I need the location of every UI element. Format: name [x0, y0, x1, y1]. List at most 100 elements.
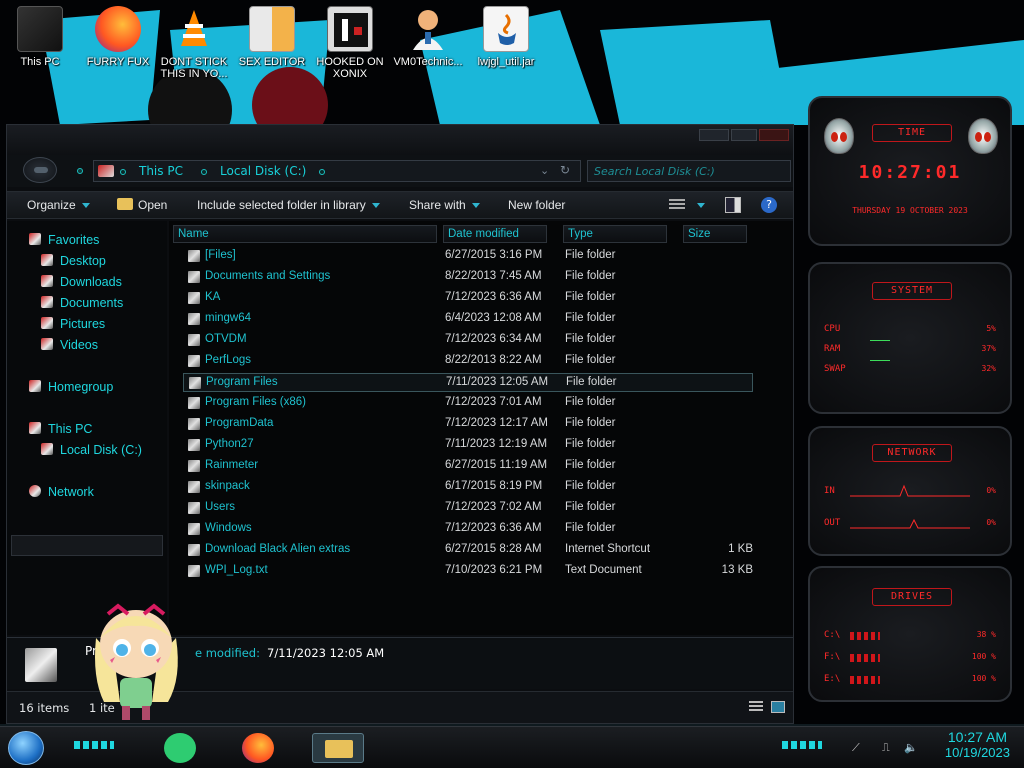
file-type: File folder: [565, 354, 616, 366]
organize-button[interactable]: Organize: [27, 198, 90, 212]
downloads-icon: [41, 275, 53, 287]
taskbar-notes-app-icon[interactable]: [164, 733, 196, 763]
file-name: ProgramData: [205, 417, 274, 429]
file-row[interactable]: Program Files 7/11/2023 12:05 AM File fold…: [183, 373, 753, 392]
file-row[interactable]: Windows 7/12/2023 6:36 AM File folder: [183, 520, 753, 539]
volume-icon[interactable]: 🔈: [904, 741, 918, 754]
file-size: 13 KB: [721, 564, 753, 576]
address-bar[interactable]: This PC Local Disk (C:) ⌄ ↻: [93, 160, 581, 182]
breadcrumb-separator-icon[interactable]: [120, 169, 126, 175]
file-date-modified: 7/12/2023 12:17 AM: [445, 417, 548, 429]
breadcrumb-separator-icon[interactable]: [201, 169, 207, 175]
file-name: WPI_Log.txt: [205, 564, 268, 576]
include-in-library-button[interactable]: Include selected folder in library: [197, 198, 380, 212]
preview-pane-icon[interactable]: [725, 197, 741, 213]
file-date-modified: 7/12/2023 7:01 AM: [445, 396, 542, 408]
column-header-size[interactable]: Size: [683, 225, 747, 243]
network-tray-icon[interactable]: ⎍: [882, 741, 894, 754]
open-button[interactable]: Open: [117, 198, 167, 212]
file-row[interactable]: KA 7/12/2023 6:36 AM File folder: [183, 289, 753, 308]
start-button[interactable]: [8, 731, 44, 765]
file-type: File folder: [565, 396, 616, 408]
folder-icon: [188, 292, 200, 304]
view-options-icon[interactable]: [669, 199, 685, 211]
details-view-icon[interactable]: [749, 701, 763, 713]
nav-downloads[interactable]: Downloads: [41, 275, 122, 289]
nav-desktop[interactable]: Desktop: [41, 254, 106, 268]
pictures-icon: [41, 317, 53, 329]
taskbar-firefox-icon[interactable]: [242, 733, 274, 763]
file-row[interactable]: [Files] 6/27/2015 3:16 PM File folder: [183, 247, 753, 266]
address-dropdown-icon[interactable]: ⌄: [540, 164, 549, 177]
column-header-name[interactable]: Name: [173, 225, 437, 243]
nav-documents[interactable]: Documents: [41, 296, 123, 310]
column-header-date[interactable]: Date modified: [443, 225, 547, 243]
large-icons-view-icon[interactable]: [771, 701, 785, 713]
nav-favorites[interactable]: Favorites: [29, 233, 99, 247]
ram-graph-line: [870, 340, 890, 341]
search-input[interactable]: Search Local Disk (C:): [587, 160, 791, 182]
swap-value: 32%: [981, 364, 996, 373]
folder-icon: [188, 460, 200, 472]
folder-icon: [188, 397, 200, 409]
desktop-icon-hex-editor[interactable]: SEX EDITOR: [234, 6, 310, 78]
nav-pictures[interactable]: Pictures: [41, 317, 105, 331]
nav-videos[interactable]: Videos: [41, 338, 98, 352]
file-row[interactable]: Users 7/12/2023 7:02 AM File folder: [183, 499, 753, 518]
nav-homegroup[interactable]: Homegroup: [29, 380, 113, 394]
help-icon[interactable]: ?: [761, 197, 777, 213]
recent-pages-icon[interactable]: [77, 168, 83, 174]
file-row[interactable]: OTVDM 7/12/2023 6:34 AM File folder: [183, 331, 753, 350]
file-row[interactable]: Documents and Settings 8/22/2013 7:45 AM F…: [183, 268, 753, 287]
file-date-modified: 6/27/2015 3:16 PM: [445, 249, 543, 261]
desktop-icon-this-pc[interactable]: This PC: [2, 6, 78, 78]
file-row[interactable]: mingw64 6/4/2023 12:08 AM File folder: [183, 310, 753, 329]
taskbar-clock[interactable]: 10:27 AM 10/19/2023: [945, 729, 1010, 760]
refresh-icon[interactable]: ↻: [560, 163, 570, 177]
desktop-icon-firefox[interactable]: FURRY FUX: [80, 6, 156, 78]
file-name: Windows: [205, 522, 252, 534]
new-folder-button[interactable]: New folder: [508, 198, 565, 212]
file-row[interactable]: Download Black Alien extras 6/27/2015 8:2…: [183, 541, 753, 560]
window-titlebar[interactable]: [7, 125, 793, 155]
nav-this-pc[interactable]: This PC: [29, 422, 92, 436]
file-type: File folder: [565, 459, 616, 471]
desktop-icon-label: FURRY FUX: [86, 56, 150, 68]
file-row[interactable]: skinpack 6/17/2015 8:19 PM File folder: [183, 478, 753, 497]
maximize-button[interactable]: [731, 129, 757, 141]
close-button[interactable]: [759, 129, 789, 141]
share-with-button[interactable]: Share with: [409, 198, 480, 212]
nav-local-disk[interactable]: Local Disk (C:): [41, 443, 142, 457]
column-header-type[interactable]: Type: [563, 225, 667, 243]
breadcrumb-local-disk[interactable]: Local Disk (C:): [220, 164, 306, 178]
breadcrumb-this-pc[interactable]: This PC: [139, 164, 183, 178]
nav-network[interactable]: Network: [29, 485, 94, 499]
swap-label: SWAP: [824, 364, 846, 374]
cpu-label: CPU: [824, 324, 841, 334]
file-type: Internet Shortcut: [565, 543, 651, 555]
desktop-icon-jar[interactable]: lwjgl_util.jar: [468, 6, 544, 78]
file-row[interactable]: Rainmeter 6/27/2015 11:19 AM File folder: [183, 457, 753, 476]
folder-icon: [188, 313, 200, 325]
file-date-modified: 8/22/2013 7:45 AM: [445, 270, 542, 282]
show-hidden-icons-icon[interactable]: ⟋: [852, 741, 864, 754]
desktop-icon-vm[interactable]: VM0Technic...: [390, 6, 466, 78]
breadcrumb-separator-icon[interactable]: [319, 169, 325, 175]
network-in-label: IN: [824, 486, 835, 496]
back-forward-icon[interactable]: [23, 157, 57, 183]
folder-icon: [188, 271, 200, 283]
drive-e-usage-bar: [850, 676, 880, 684]
desktop-icon-xonix[interactable]: HOOKED ON XONIX: [312, 6, 388, 80]
desktop-icon-vlc[interactable]: DONT STICK THIS IN YO...: [156, 6, 232, 80]
file-row[interactable]: PerfLogs 8/22/2013 8:22 AM File folder: [183, 352, 753, 371]
taskbar-date: 10/19/2023: [944, 745, 1010, 760]
taskbar: ⟋ ⎍ 🔈 10:27 AM 10/19/2023: [0, 726, 1024, 768]
alien-head-icon: [968, 118, 998, 154]
minimize-button[interactable]: [699, 129, 729, 141]
file-row[interactable]: ProgramData 7/12/2023 12:17 AM File folder: [183, 415, 753, 434]
file-row[interactable]: WPI_Log.txt 7/10/2023 6:21 PM Text Documen…: [183, 562, 753, 581]
taskbar-explorer-icon[interactable]: [312, 733, 364, 763]
chevron-down-icon[interactable]: [697, 203, 705, 208]
file-row[interactable]: Python27 7/11/2023 12:19 AM File folder: [183, 436, 753, 455]
file-row[interactable]: Program Files (x86) 7/12/2023 7:01 AM File…: [183, 394, 753, 413]
